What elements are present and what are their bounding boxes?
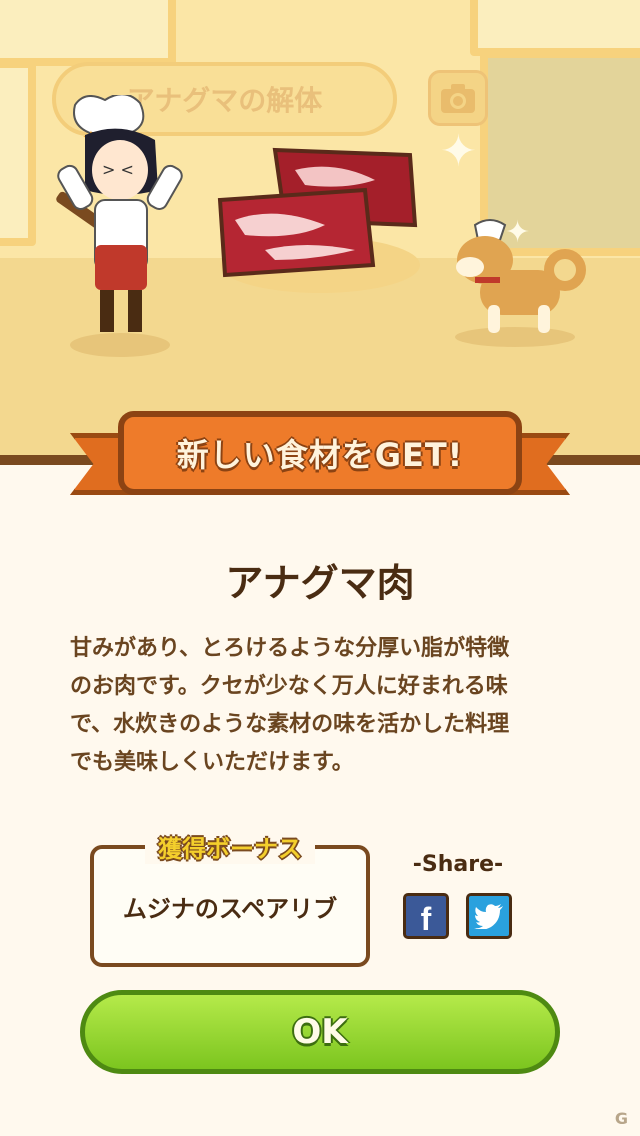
- svg-text:> <: > <: [102, 160, 134, 179]
- ok-button-label: OK: [292, 1012, 348, 1052]
- bonus-title: 獲得ボーナス: [145, 828, 315, 864]
- ok-button[interactable]: OK: [80, 990, 560, 1074]
- banner-text: 新しい食材をGET!: [176, 436, 464, 474]
- chef-girl-character: ★ > <: [56, 95, 183, 357]
- facebook-icon: f: [420, 901, 432, 937]
- window-frame: [0, 0, 176, 66]
- new-ingredient-banner: 新しい食材をGET!: [70, 405, 570, 515]
- twitter-share-button[interactable]: [466, 893, 512, 939]
- meat-image: [217, 147, 420, 293]
- item-name: アナグマ肉: [225, 561, 415, 605]
- banner-plate: 新しい食材をGET!: [118, 411, 522, 495]
- item-description: 甘みがあり、とろけるような分厚い脂が特徴 のお肉です。クセが少なく万人に好まれる…: [70, 636, 510, 775]
- camera-icon: [441, 84, 475, 113]
- sparkle-icon: ✦: [440, 126, 477, 177]
- camera-button[interactable]: [428, 70, 488, 126]
- window-frame: [0, 60, 36, 246]
- sparkle-icon: ✦: [505, 215, 531, 250]
- game-scene: アナグマの解体 ★ > <: [0, 0, 640, 465]
- share-label: -Share-: [412, 852, 504, 877]
- facebook-share-button[interactable]: f: [403, 893, 449, 939]
- watermark-logo: G: [614, 1109, 628, 1128]
- twitter-icon: [474, 904, 503, 929]
- window-frame: [470, 0, 640, 56]
